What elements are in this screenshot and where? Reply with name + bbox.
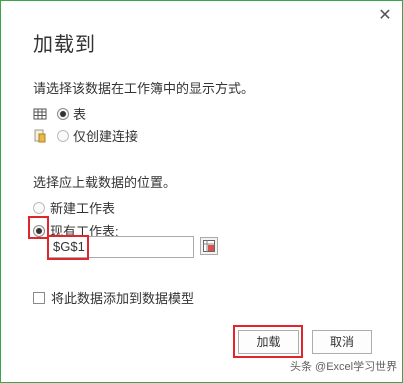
option-table[interactable]: 表 bbox=[33, 104, 86, 123]
close-icon[interactable]: ✕ bbox=[375, 6, 395, 26]
table-option-label: 表 bbox=[73, 107, 87, 122]
watermark-text: 头条 @Excel学习世界 bbox=[290, 361, 398, 373]
location-prompt: 选择应上载数据的位置。 bbox=[33, 175, 177, 190]
cancel-button[interactable]: 取消 bbox=[312, 330, 372, 354]
new-worksheet-label: 新建工作表 bbox=[50, 201, 116, 216]
dialog-frame bbox=[0, 0, 403, 383]
display-prompt: 请选择该数据在工作簿中的显示方式。 bbox=[33, 81, 255, 96]
data-model-checkbox[interactable] bbox=[33, 291, 45, 304]
new-worksheet-radio[interactable] bbox=[33, 201, 45, 214]
add-to-data-model[interactable]: 将此数据添加到数据模型 bbox=[33, 288, 194, 307]
range-select-icon bbox=[203, 240, 215, 252]
dialog-title: 加载到 bbox=[33, 34, 96, 56]
cell-reference-input[interactable]: $G$1 bbox=[47, 236, 194, 258]
data-model-label: 将此数据添加到数据模型 bbox=[51, 291, 195, 306]
option-connection-only[interactable]: 仅创建连接 bbox=[33, 126, 138, 145]
connection-only-label: 仅创建连接 bbox=[73, 129, 139, 144]
table-radio[interactable] bbox=[57, 107, 69, 120]
existing-worksheet-radio[interactable] bbox=[33, 224, 45, 237]
load-button[interactable]: 加载 bbox=[238, 330, 299, 354]
table-icon bbox=[33, 108, 47, 119]
connection-icon bbox=[34, 129, 46, 142]
connection-only-radio[interactable] bbox=[57, 129, 69, 142]
option-new-worksheet[interactable]: 新建工作表 bbox=[33, 198, 115, 217]
range-select-button[interactable] bbox=[200, 237, 218, 255]
